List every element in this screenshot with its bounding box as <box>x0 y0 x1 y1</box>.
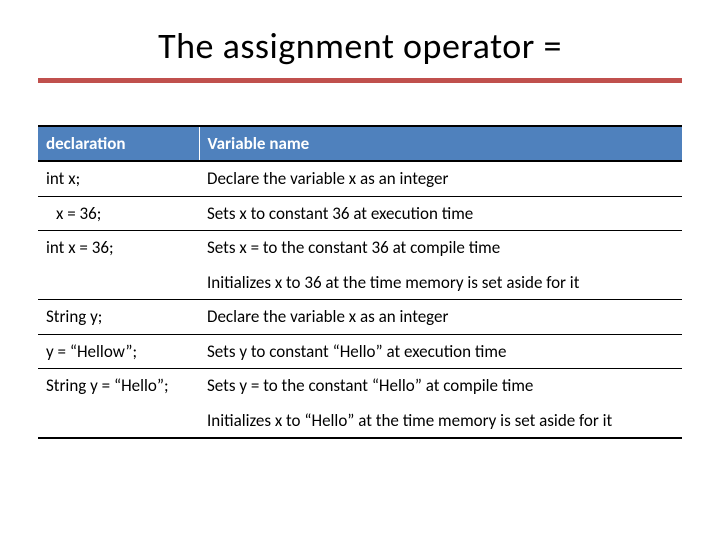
cell-declaration: String y = “Hello”; <box>38 368 199 438</box>
assignment-table: declaration Variable name int x;Declare … <box>38 125 682 439</box>
page-title: The assignment operator = <box>38 20 682 78</box>
table-row: int x;Declare the variable x as an integ… <box>38 161 682 196</box>
cell-declaration: int x = 36; <box>38 230 199 300</box>
cell-declaration: String y; <box>38 300 199 334</box>
table-row: String y = “Hello”;Sets y = to the const… <box>38 368 682 438</box>
cell-description: Sets y to constant “Hello” at execution … <box>199 334 682 368</box>
header-declaration: declaration <box>38 126 199 161</box>
cell-declaration: x = 36; <box>38 196 199 230</box>
table-row: String y;Declare the variable x as an in… <box>38 300 682 334</box>
cell-description: Sets x to constant 36 at execution time <box>199 196 682 230</box>
table-row: y = “Hellow”;Sets y to constant “Hello” … <box>38 334 682 368</box>
cell-declaration: int x; <box>38 161 199 196</box>
table-row: x = 36;Sets x to constant 36 at executio… <box>38 196 682 230</box>
cell-description: Declare the variable x as an integer <box>199 161 682 196</box>
header-variable-name: Variable name <box>199 126 682 161</box>
title-divider <box>38 78 682 83</box>
cell-declaration: y = “Hellow”; <box>38 334 199 368</box>
table-row: int x = 36;Sets x = to the constant 36 a… <box>38 230 682 300</box>
cell-description: Sets x = to the constant 36 at compile t… <box>199 230 682 300</box>
cell-description: Sets y = to the constant “Hello” at comp… <box>199 368 682 438</box>
cell-description: Declare the variable x as an integer <box>199 300 682 334</box>
slide: The assignment operator = declaration Va… <box>0 0 720 439</box>
